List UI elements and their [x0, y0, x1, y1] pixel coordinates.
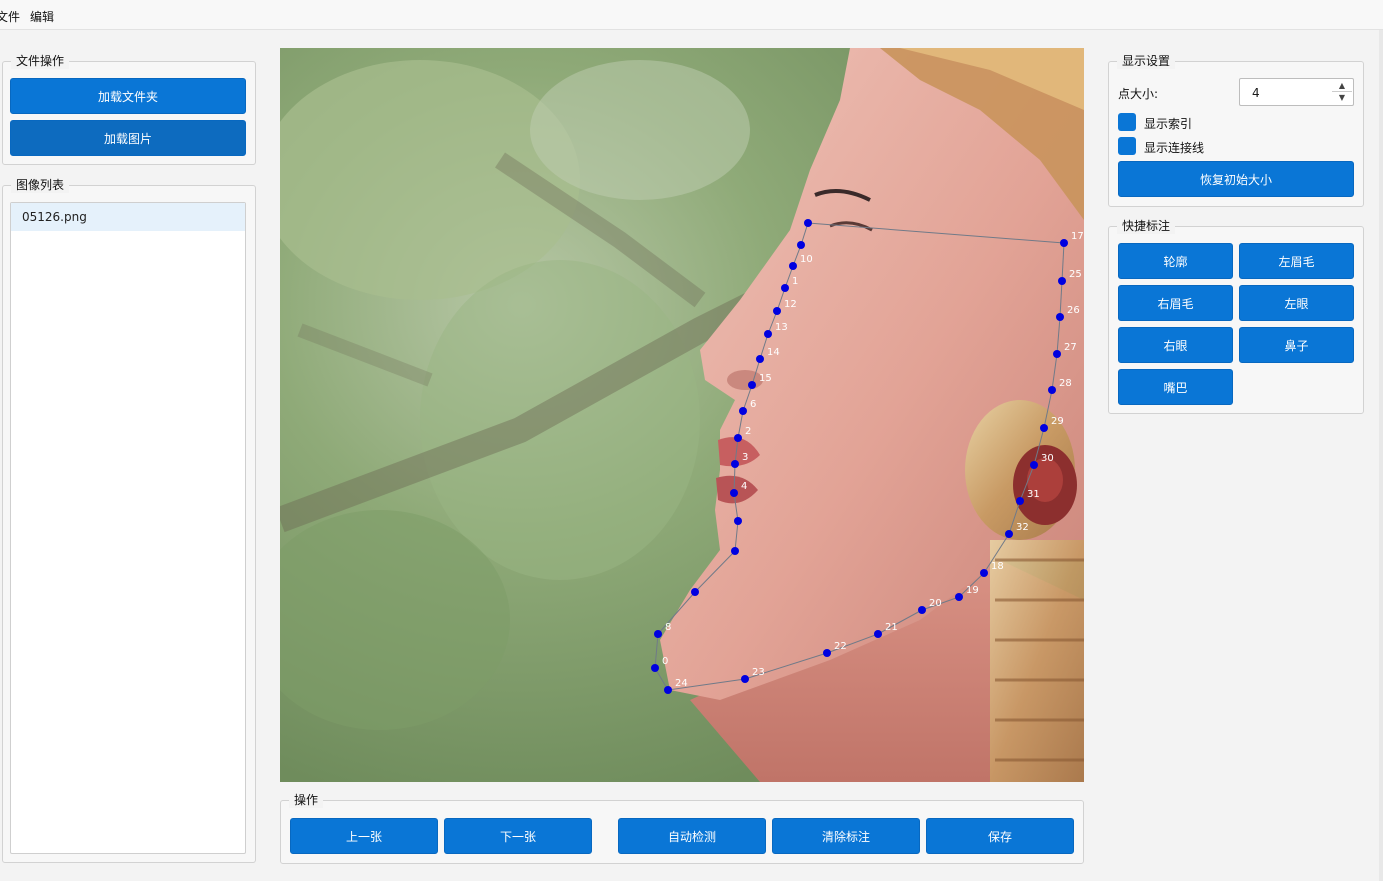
landmark-index-label: 4 — [741, 481, 747, 492]
mouth-button[interactable]: 嘴巴 — [1118, 369, 1233, 405]
landmark-point[interactable] — [918, 606, 926, 614]
landmark-index-label: 1 — [792, 276, 798, 287]
landmark-point[interactable] — [1030, 461, 1038, 469]
landmark-point[interactable] — [764, 330, 772, 338]
operations-title: 操作 — [289, 792, 324, 808]
landmark-index-label: 25 — [1069, 269, 1082, 280]
landmark-point[interactable] — [1005, 530, 1013, 538]
spin-down-icon[interactable]: ▼ — [1332, 92, 1352, 104]
landmark-point[interactable] — [955, 593, 963, 601]
display-settings-title: 显示设置 — [1117, 53, 1176, 69]
landmark-point[interactable] — [748, 381, 756, 389]
landmark-index-label: 14 — [767, 347, 780, 358]
landmark-point[interactable] — [797, 241, 805, 249]
landmark-point[interactable] — [1060, 239, 1068, 247]
landmark-index-label: 31 — [1027, 489, 1040, 500]
left-brow-button[interactable]: 左眉毛 — [1239, 243, 1354, 279]
landmark-point[interactable] — [1048, 386, 1056, 394]
landmark-point[interactable] — [756, 355, 764, 363]
landmark-point[interactable] — [1053, 350, 1061, 358]
load-folder-button[interactable]: 加载文件夹 — [10, 78, 246, 114]
landmark-index-label: 8 — [665, 622, 671, 633]
landmark-index-label: 32 — [1016, 522, 1029, 533]
landmark-index-label: 29 — [1051, 416, 1064, 427]
landmark-index-label: 12 — [784, 299, 797, 310]
quick-annotation-title: 快捷标注 — [1117, 218, 1176, 234]
show-lines-label: 显示连接线 — [1144, 141, 1205, 155]
landmark-index-label: 6 — [750, 399, 756, 410]
menu-edit[interactable]: 编辑 — [30, 8, 54, 25]
right-brow-button[interactable]: 右眉毛 — [1118, 285, 1233, 321]
spin-up-icon[interactable]: ▲ — [1332, 80, 1352, 92]
landmark-index-label: 27 — [1064, 342, 1077, 353]
landmark-point[interactable] — [823, 649, 831, 657]
landmark-point[interactable] — [1016, 497, 1024, 505]
landmark-index-label: 3 — [742, 452, 748, 463]
landmark-point[interactable] — [741, 675, 749, 683]
point-size-label: 点大小: — [1118, 87, 1159, 101]
show-lines-checkbox[interactable] — [1118, 137, 1136, 155]
landmark-point[interactable] — [789, 262, 797, 270]
next-button[interactable]: 下一张 — [444, 818, 592, 854]
landmark-point[interactable] — [730, 489, 738, 497]
face-photo: 1011213141562348024232221201918323130292… — [280, 48, 1084, 782]
reset-size-button[interactable]: 恢复初始大小 — [1118, 161, 1354, 197]
landmark-index-label: 10 — [800, 254, 813, 265]
landmark-point[interactable] — [1056, 313, 1064, 321]
landmark-index-label: 20 — [929, 598, 942, 609]
landmark-point[interactable] — [731, 547, 739, 555]
landmark-index-label: 22 — [834, 641, 847, 652]
landmark-point[interactable] — [734, 434, 742, 442]
landmark-point[interactable] — [691, 588, 699, 596]
landmark-index-label: 28 — [1059, 378, 1072, 389]
landmark-index-label: 26 — [1067, 305, 1080, 316]
landmark-point[interactable] — [874, 630, 882, 638]
left-eye-button[interactable]: 左眼 — [1239, 285, 1354, 321]
point-size-value: 4 — [1252, 86, 1260, 100]
landmark-point[interactable] — [734, 517, 742, 525]
window-edge — [1379, 30, 1383, 881]
landmark-point[interactable] — [651, 664, 659, 672]
landmark-point[interactable] — [664, 686, 672, 694]
image-canvas[interactable]: 10 1 12 13 14 15 6 2 3 4 8 0 24 23 22 21 20 19 18 32 31 30 29 2… — [280, 48, 1084, 782]
image-list[interactable]: 05126.png — [10, 202, 246, 854]
clear-annotations-button[interactable]: 清除标注 — [772, 818, 920, 854]
landmark-index-label: 13 — [775, 322, 788, 333]
right-eye-button[interactable]: 右眼 — [1118, 327, 1233, 363]
landmark-point[interactable] — [731, 460, 739, 468]
show-index-checkbox[interactable] — [1118, 113, 1136, 131]
landmark-point[interactable] — [739, 407, 747, 415]
nose-button[interactable]: 鼻子 — [1239, 327, 1354, 363]
landmark-index-label: 23 — [752, 667, 765, 678]
list-item[interactable]: 05126.png — [11, 203, 245, 231]
landmark-point[interactable] — [1058, 277, 1066, 285]
file-ops-title: 文件操作 — [11, 53, 70, 69]
landmark-index-label: 19 — [966, 585, 979, 596]
save-button[interactable]: 保存 — [926, 818, 1074, 854]
load-image-button[interactable]: 加载图片 — [10, 120, 246, 156]
landmark-index-label: 18 — [991, 561, 1004, 572]
landmark-point[interactable] — [773, 307, 781, 315]
menu-file[interactable]: 文件 — [0, 8, 20, 25]
contour-button[interactable]: 轮廓 — [1118, 243, 1233, 279]
landmark-point[interactable] — [781, 284, 789, 292]
landmark-point[interactable] — [654, 630, 662, 638]
show-index-label: 显示索引 — [1144, 117, 1193, 131]
landmark-index-label: 21 — [885, 622, 898, 633]
prev-button[interactable]: 上一张 — [290, 818, 438, 854]
landmark-index-label: 0 — [662, 656, 668, 667]
landmark-index-label: 24 — [675, 678, 688, 689]
landmark-point[interactable] — [804, 219, 812, 227]
menu-bar: 文件 编辑 — [0, 0, 1383, 30]
image-list-title: 图像列表 — [11, 177, 70, 193]
landmark-index-label: 2 — [745, 426, 751, 437]
landmark-point[interactable] — [1040, 424, 1048, 432]
auto-detect-button[interactable]: 自动检测 — [618, 818, 766, 854]
landmark-index-label: 15 — [759, 373, 772, 384]
landmark-index-label: 17 — [1071, 231, 1084, 242]
point-size-spinbox[interactable]: 4 ▲ ▼ — [1239, 78, 1354, 106]
landmark-point[interactable] — [980, 569, 988, 577]
landmark-index-label: 30 — [1041, 453, 1054, 464]
